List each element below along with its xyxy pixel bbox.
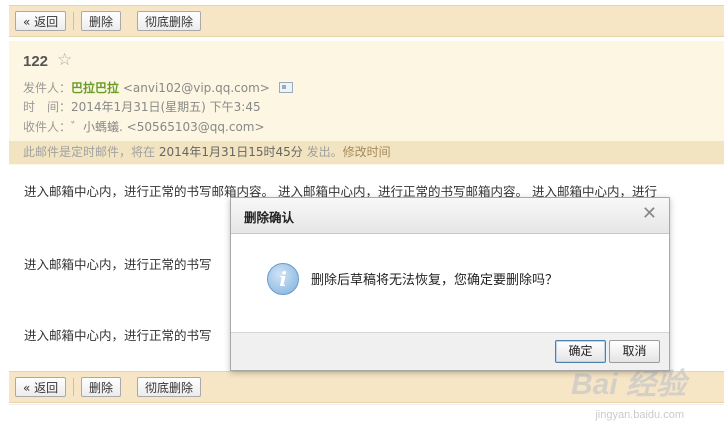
dialog-title: 删除确认 (244, 210, 295, 225)
star-icon[interactable]: ☆ (57, 50, 72, 70)
back-button[interactable]: « 返回 (15, 11, 67, 31)
time-row: 时 间：2014年1月31日(星期五) 下午3:45 (23, 98, 261, 115)
back-button[interactable]: « 返回 (15, 377, 67, 397)
notice-suffix: 发出。 (302, 145, 343, 159)
contact-card-icon[interactable] (278, 82, 293, 93)
delete-permanently-button[interactable]: 彻底删除 (137, 11, 202, 31)
top-toolbar: « 返回 删除 彻底删除 (9, 5, 724, 37)
toolbar-divider (73, 378, 74, 396)
sender-address: <anvi102@vip.qq.com> (122, 81, 270, 95)
recipient-label: 收件人： (23, 120, 72, 134)
sender-label: 发件人： (23, 81, 72, 95)
dialog-footer: 确定 取消 (231, 332, 669, 370)
recipient-row: 收件人：゛小螞蟻. <50565103@qq.com> (23, 118, 265, 135)
sender-name[interactable]: 巴拉巴拉 (71, 81, 119, 95)
notice-datetime: 2014年1月31日15时45分 (158, 145, 303, 159)
confirm-button[interactable]: 确定 (555, 340, 606, 363)
recipient-name[interactable]: ゛小螞蟻. (71, 120, 123, 134)
time-value: 2014年1月31日(星期五) 下午3:45 (71, 100, 261, 114)
info-icon: i (267, 263, 299, 295)
divider (9, 404, 724, 405)
dialog-header: 删除确认 ✕ (231, 198, 669, 234)
time-label: 时 间： (23, 100, 72, 114)
cancel-button[interactable]: 取消 (609, 340, 660, 363)
modify-time-link[interactable]: 修改时间 (343, 145, 391, 159)
scheduled-notice: 此邮件是定时邮件，将在 2014年1月31日15时45分 发出。修改时间 (9, 141, 724, 164)
delete-permanently-button[interactable]: 彻底删除 (137, 377, 202, 397)
watermark-url: jingyan.baidu.com (595, 409, 684, 421)
toolbar-divider (73, 12, 74, 30)
recipient-address: <50565103@qq.com> (126, 120, 265, 134)
close-icon[interactable]: ✕ (642, 204, 657, 224)
delete-button[interactable]: 删除 (81, 11, 122, 31)
dialog-message: 删除后草稿将无法恢复，您确定要删除吗？ (311, 273, 559, 288)
sender-row: 发件人：巴拉巴拉 <anvi102@vip.qq.com> (23, 79, 293, 96)
delete-button[interactable]: 删除 (81, 377, 122, 397)
mail-subject: 122 (23, 53, 49, 70)
watermark-brand: Bai 经验 (570, 368, 686, 401)
notice-prefix: 此邮件是定时邮件，将在 (23, 145, 159, 159)
delete-confirm-dialog: 删除确认 ✕ i 删除后草稿将无法恢复，您确定要删除吗？ 确定 取消 (230, 197, 670, 371)
